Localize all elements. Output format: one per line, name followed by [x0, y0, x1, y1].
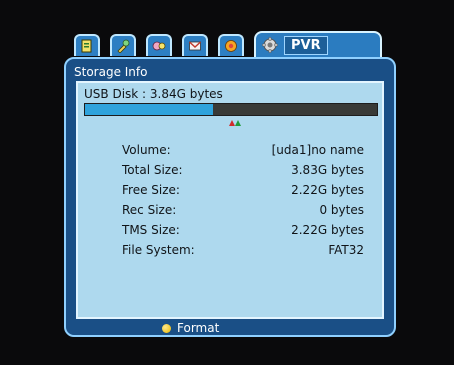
info-row-tms-size: TMS Size: 2.22G bytes [122, 223, 382, 243]
channels-icon [152, 41, 166, 51]
info-row-volume: Volume: [uda1]no name [122, 143, 382, 163]
free-size-key: Free Size: [122, 183, 180, 197]
tab-mail[interactable] [182, 34, 208, 56]
storage-info-panel: Storage Info USB Disk : 3.84G bytes Volu… [64, 57, 396, 337]
tab-pvr[interactable]: PVR [254, 31, 382, 57]
tv-screen: PVR Storage Info USB Disk : 3.84G bytes … [0, 0, 454, 365]
info-row-total-size: Total Size: 3.83G bytes [122, 163, 382, 183]
free-size-value: 2.22G bytes [291, 183, 364, 197]
total-size-value: 3.83G bytes [291, 163, 364, 177]
format-action[interactable]: Format [162, 321, 219, 335]
panel-title: Storage Info [74, 65, 148, 79]
disk-usage-fill [85, 104, 214, 115]
file-system-key: File System: [122, 243, 195, 257]
tms-size-key: TMS Size: [122, 223, 180, 237]
tab-tools[interactable] [110, 34, 136, 56]
info-row-file-system: File System: FAT32 [122, 243, 382, 263]
total-size-key: Total Size: [122, 163, 183, 177]
disk-usage-bar [84, 103, 378, 116]
volume-value: [uda1]no name [271, 143, 364, 157]
storage-details: USB Disk : 3.84G bytes Volume: [uda1]no … [76, 81, 384, 319]
tools-icon [117, 39, 130, 53]
info-row-free-size: Free Size: 2.22G bytes [122, 183, 382, 203]
tms-size-value: 2.22G bytes [291, 223, 364, 237]
info-row-rec-size: Rec Size: 0 bytes [122, 203, 382, 223]
yellow-button-icon [162, 323, 171, 333]
format-label: Format [177, 321, 220, 335]
tab-settings[interactable] [74, 34, 100, 56]
storage-info-list: Volume: [uda1]no name Total Size: 3.83G … [122, 143, 382, 263]
pvr-gear-icon [262, 37, 278, 53]
file-system-value: FAT32 [328, 243, 364, 257]
rec-size-key: Rec Size: [122, 203, 177, 217]
mail-icon [189, 41, 201, 51]
disk-capacity-label: USB Disk : 3.84G bytes [84, 87, 223, 101]
volume-key: Volume: [122, 143, 171, 157]
usage-marker-icon [229, 120, 241, 126]
settings-icon [81, 39, 92, 53]
tab-channels[interactable] [146, 34, 172, 56]
tab-pvr-label: PVR [284, 35, 328, 55]
media-icon [225, 40, 237, 52]
menu-tabs: PVR [74, 31, 384, 57]
tab-media[interactable] [218, 34, 244, 56]
rec-size-value: 0 bytes [319, 203, 364, 217]
